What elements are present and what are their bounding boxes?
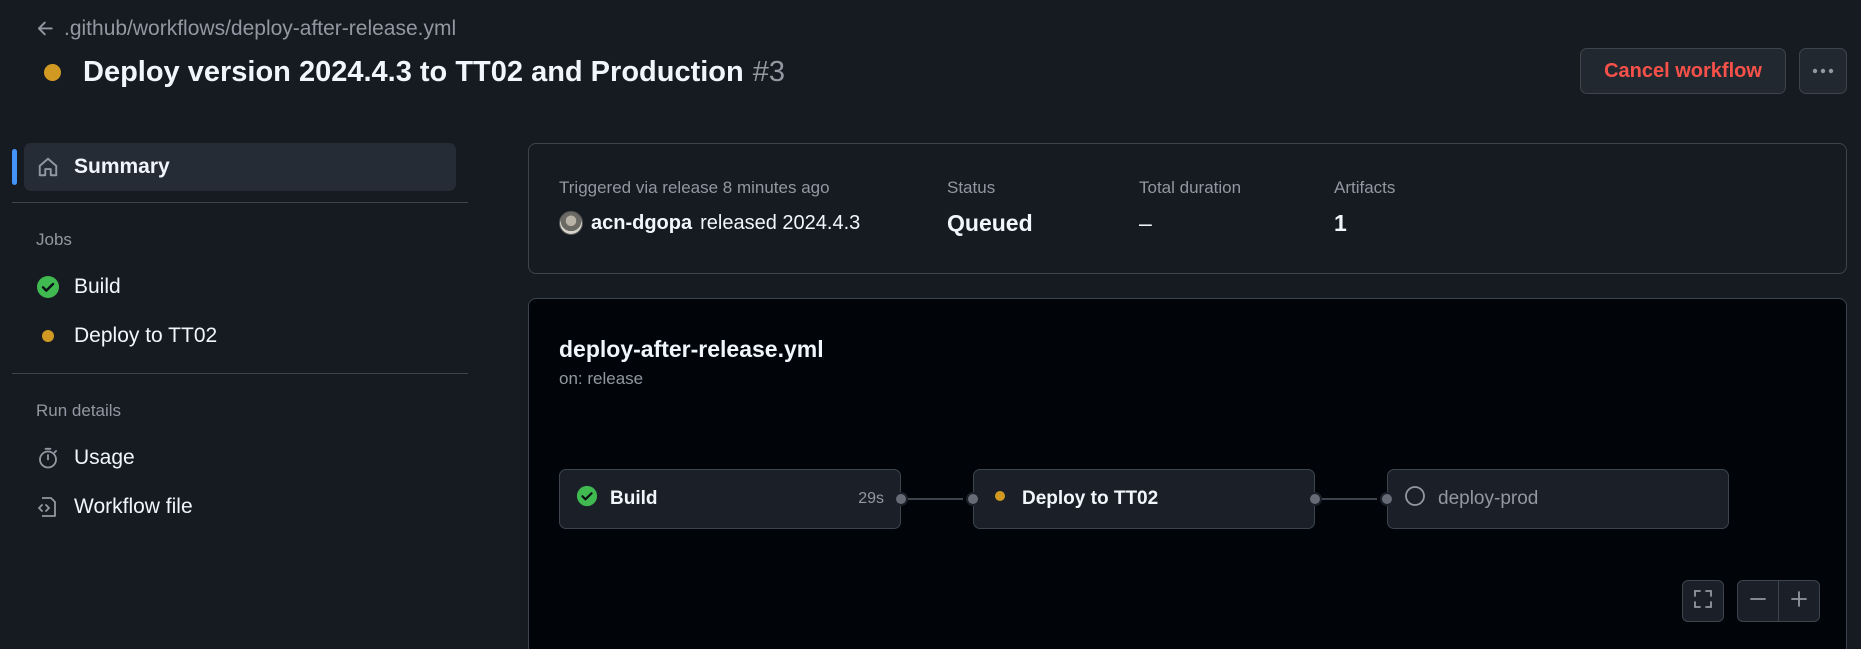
sidebar-item-summary[interactable]: Summary [24,143,456,191]
job-connector [901,498,963,500]
sidebar-item-label: Usage [74,446,135,469]
job-name: Deploy to TT02 [1022,488,1159,509]
workflow-graph-card: deploy-after-release.yml on: release Bui… [528,298,1847,649]
trigger-line: acn-dgopa released 2024.4.3 [559,211,860,235]
graph-job-deploy-tt02[interactable]: Deploy to TT02 [973,469,1315,529]
queued-status-icon [44,63,61,81]
more-options-button[interactable] [1799,48,1847,94]
job-input-port [966,492,980,506]
page-title: Deploy version 2024.4.3 to TT02 and Prod… [83,55,744,88]
zoom-in-button[interactable] [1778,580,1820,622]
trigger-label: Triggered via release 8 minutes ago [559,178,830,197]
graph-job-build[interactable]: Build 29s [559,469,901,529]
status-info: Status Queued [947,178,1033,237]
status-label: Status [947,178,996,197]
plus-icon [1790,590,1808,613]
sidebar-item-workflow-file[interactable]: Workflow file [24,483,456,531]
job-output-port [1308,492,1322,506]
duration-info: Total duration – [1139,178,1241,237]
queued-dot-icon [36,324,60,348]
zoom-out-button[interactable] [1737,580,1779,622]
jobs-heading: Jobs [36,230,72,249]
pending-circle-icon [1404,485,1426,513]
sidebar-item-build[interactable]: Build [24,263,456,311]
duration-label: Total duration [1139,178,1242,197]
run-summary-card: Triggered via release 8 minutes ago acn-… [528,143,1847,274]
artifacts-count-link[interactable]: 1 [1334,210,1395,237]
active-indicator [12,149,17,185]
trigger-info: Triggered via release 8 minutes ago acn-… [559,178,860,235]
file-code-icon [36,495,60,519]
job-input-port [1380,492,1394,506]
workflow-file-path-link[interactable]: .github/workflows/deploy-after-release.y… [64,17,456,41]
workflow-file-name: deploy-after-release.yml [559,336,824,362]
artifacts-label: Artifacts [1334,178,1396,197]
sidebar-divider [12,373,468,374]
sidebar-divider [12,202,468,203]
sidebar-item-deploy-tt02[interactable]: Deploy to TT02 [24,312,456,360]
run-number: #3 [752,55,785,88]
run-details-heading: Run details [36,401,122,420]
sidebar-item-label: Workflow file [74,495,193,518]
queued-dot-icon [990,486,1010,512]
status-value: Queued [947,210,1033,236]
graph-job-deploy-prod[interactable]: deploy-prod [1387,469,1729,529]
sidebar-item-label: Deploy to TT02 [74,324,218,347]
job-name: Build [610,488,658,509]
stopwatch-icon [36,446,60,470]
sidebar-item-usage[interactable]: Usage [24,434,456,482]
check-circle-icon [36,275,60,299]
job-output-port [894,492,908,506]
job-name: deploy-prod [1438,488,1539,509]
kebab-horizontal-icon [1811,62,1835,80]
sidebar-item-label: Summary [74,155,170,178]
fullscreen-button[interactable] [1682,580,1724,622]
job-connector [1315,498,1377,500]
check-circle-icon [576,485,598,513]
actor-link[interactable]: acn-dgopa [591,212,692,235]
arrow-left-icon[interactable] [36,20,54,38]
duration-value: – [1139,210,1152,236]
breadcrumb[interactable]: .github/workflows/deploy-after-release.y… [36,14,456,44]
sidebar-item-label: Build [74,275,121,298]
workflow-trigger: on: release [559,369,644,388]
home-icon [36,155,60,179]
artifacts-info: Artifacts 1 [1334,178,1395,237]
job-duration: 29s [858,490,884,507]
avatar[interactable] [559,211,583,235]
release-action-text: released 2024.4.3 [700,211,861,234]
run-title-row: Deploy version 2024.4.3 to TT02 and Prod… [44,50,785,94]
cancel-workflow-button[interactable]: Cancel workflow [1580,48,1786,94]
fullscreen-icon [1693,589,1713,614]
minus-icon [1749,590,1767,613]
